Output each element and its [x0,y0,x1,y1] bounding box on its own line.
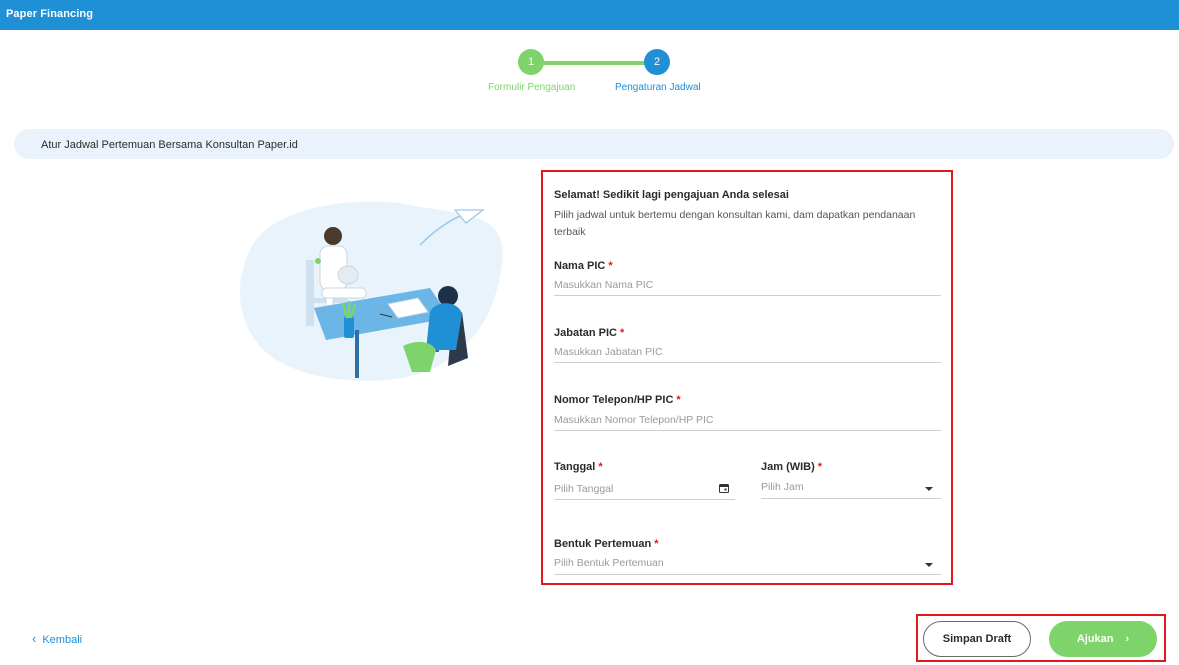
tanggal-placeholder: Pilih Tanggal [554,483,614,495]
schedule-form: Selamat! Sedikit lagi pengajuan Anda sel… [541,170,953,585]
calendar-icon[interactable] [719,483,729,493]
required-marker: * [654,538,659,550]
bentuk-label: Bentuk Pertemuan * [554,538,659,550]
submit-label: Ajukan [1076,633,1114,645]
stepper: 1 2 Formulir Pengajuan Pengaturan Jadwal [0,48,1179,108]
bentuk-placeholder: Pilih Bentuk Pertemuan [554,557,664,569]
bentuk-select[interactable]: Pilih Bentuk Pertemuan [554,554,941,575]
footer-bar: ‹ Kembali Simpan Draft Ajukan › [0,605,1179,665]
step-1-label: Formulir Pengajuan [488,82,576,93]
back-label: Kembali [42,634,83,646]
chevron-right-icon: › [1125,633,1130,645]
jabatan-pic-label: Jabatan PIC * [554,327,625,339]
meeting-illustration [240,201,503,381]
app-title: Paper Financing [6,8,94,20]
banner-text: Atur Jadwal Pertemuan Bersama Konsultan … [41,139,298,151]
required-marker: * [598,461,603,473]
required-marker: * [608,260,613,272]
action-buttons: Simpan Draft Ajukan › [916,614,1166,662]
chevron-left-icon: ‹ [32,631,37,646]
jam-label: Jam (WIB) * [761,461,823,473]
submit-button[interactable]: Ajukan › [1049,621,1157,657]
form-intro-title: Selamat! Sedikit lagi pengajuan Anda sel… [554,189,789,201]
required-marker: * [619,327,625,339]
tanggal-datepicker[interactable]: Pilih Tanggal [554,479,735,500]
save-draft-button[interactable]: Simpan Draft [923,621,1031,657]
stepper-connector [531,61,657,65]
nama-pic-input[interactable] [554,275,941,296]
back-link[interactable]: ‹ Kembali [32,631,82,646]
telepon-pic-label: Nomor Telepon/HP PIC * [554,394,681,406]
chevron-down-icon [925,487,933,491]
jabatan-pic-input[interactable] [554,342,941,363]
section-banner: Atur Jadwal Pertemuan Bersama Konsultan … [14,129,1174,159]
form-intro-description: Pilih jadwal untuk bertemu dengan konsul… [554,209,916,238]
app-header: Paper Financing [0,0,1179,30]
telepon-pic-input[interactable] [554,410,941,431]
step-2-label: Pengaturan Jadwal [615,82,701,93]
chevron-down-icon [925,563,933,567]
required-marker: * [817,461,823,473]
step-2-circle[interactable]: 2 [644,49,670,75]
jam-select[interactable]: Pilih Jam [761,478,941,499]
required-marker: * [676,394,681,406]
jam-placeholder: Pilih Jam [761,481,804,493]
step-1-circle[interactable]: 1 [518,49,544,75]
nama-pic-label: Nama PIC * [554,260,613,272]
tanggal-label: Tanggal * [554,461,603,473]
